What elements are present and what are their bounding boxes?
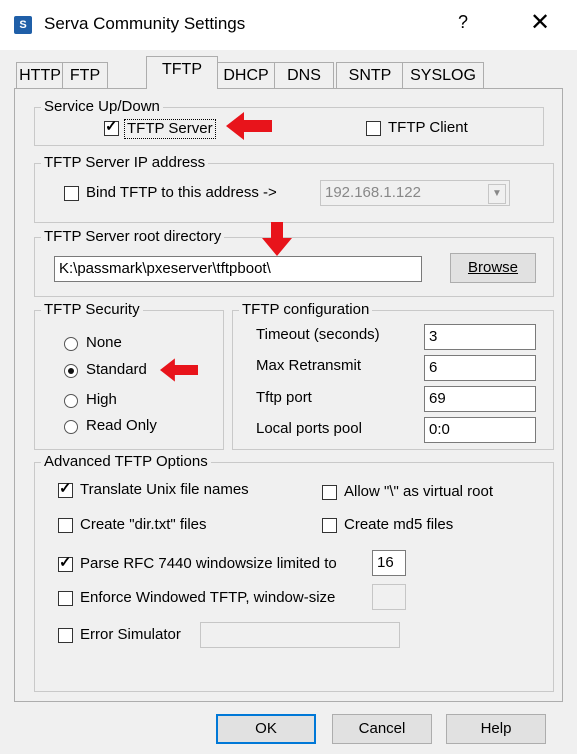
annotation-arrow-left-icon	[160, 358, 198, 382]
create-dir-txt-label: Create "dir.txt" files	[80, 516, 207, 533]
ip-address-group-title: TFTP Server IP address	[41, 154, 209, 172]
allow-backslash-label: Allow "\" as virtual root	[344, 483, 494, 500]
parse-rfc-label: Parse RFC 7440 windowsize limited to	[80, 555, 337, 572]
parse-rfc-checkbox[interactable]: ✓	[58, 554, 73, 572]
tab-ftp[interactable]: FTP	[62, 62, 108, 89]
security-none-radio[interactable]	[64, 337, 78, 351]
check-mark-icon: ✓	[105, 118, 118, 135]
tftp-server-label: TFTP Server	[124, 119, 216, 139]
create-md5-label: Create md5 files	[344, 516, 454, 533]
close-icon[interactable]: ✕	[530, 8, 550, 37]
configuration-group-title: TFTP configuration	[239, 301, 373, 319]
max-retransmit-input[interactable]: 6	[424, 355, 536, 381]
security-standard-radio[interactable]	[64, 364, 78, 378]
security-standard-label: Standard	[86, 361, 147, 378]
advanced-options-group-title: Advanced TFTP Options	[41, 453, 211, 471]
tab-tftp[interactable]: TFTP	[146, 56, 218, 89]
translate-unix-checkbox[interactable]: ✓	[58, 480, 73, 498]
windowsize-limit-input[interactable]: 16	[372, 550, 406, 576]
allow-backslash-checkbox[interactable]	[322, 485, 337, 500]
annotation-arrow-down-icon	[262, 222, 292, 256]
translate-unix-label: Translate Unix file names	[80, 481, 249, 498]
help-question-icon[interactable]: ?	[458, 12, 468, 33]
timeout-label: Timeout (seconds)	[256, 326, 380, 343]
security-none-label: None	[86, 334, 122, 351]
window-size-input[interactable]	[372, 584, 406, 610]
title-bar: S Serva Community Settings ? ✕	[0, 0, 577, 50]
bind-address-checkbox[interactable]	[64, 186, 79, 201]
create-md5-checkbox[interactable]	[322, 518, 337, 533]
root-directory-group-title: TFTP Server root directory	[41, 228, 225, 246]
browse-button[interactable]: Browse	[450, 253, 536, 283]
bind-address-label: Bind TFTP to this address ->	[86, 184, 277, 201]
error-simulator-label: Error Simulator	[80, 626, 181, 643]
check-mark-icon: ✓	[59, 480, 72, 497]
enforce-windowed-label: Enforce Windowed TFTP, window-size	[80, 589, 336, 606]
check-mark-icon: ✓	[59, 554, 72, 571]
enforce-windowed-checkbox[interactable]	[58, 591, 73, 606]
tftp-client-checkbox[interactable]	[366, 121, 381, 136]
timeout-input[interactable]: 3	[424, 324, 536, 350]
tftp-port-label: Tftp port	[256, 389, 312, 406]
tab-dhcp[interactable]: DHCP	[216, 62, 276, 89]
window-title: Serva Community Settings	[44, 14, 246, 33]
cancel-button[interactable]: Cancel	[332, 714, 432, 744]
tftp-server-checkbox[interactable]: ✓	[104, 118, 119, 136]
security-readonly-label: Read Only	[86, 417, 157, 434]
error-simulator-checkbox[interactable]	[58, 628, 73, 643]
max-retransmit-label: Max Retransmit	[256, 357, 362, 374]
security-readonly-radio[interactable]	[64, 420, 78, 434]
tab-syslog[interactable]: SYSLOG	[402, 62, 484, 89]
root-directory-input[interactable]: K:\passmark\pxeserver\tftpboot\	[54, 256, 422, 282]
tftp-client-label: TFTP Client	[388, 119, 468, 136]
security-group-title: TFTP Security	[41, 301, 143, 319]
security-high-label: High	[86, 391, 117, 408]
annotation-arrow-left-icon	[226, 112, 272, 140]
local-ports-pool-input[interactable]: 0:0	[424, 417, 536, 443]
chevron-down-icon[interactable]: ▼	[488, 184, 506, 204]
tftp-port-input[interactable]: 69	[424, 386, 536, 412]
create-dir-txt-checkbox[interactable]	[58, 518, 73, 533]
ok-button[interactable]: OK	[216, 714, 316, 744]
error-simulator-input[interactable]	[200, 622, 400, 648]
ip-address-select[interactable]: 192.168.1.122 ▼	[320, 180, 510, 206]
tab-sntp[interactable]: SNTP	[336, 62, 404, 89]
service-group-title: Service Up/Down	[41, 98, 163, 116]
serva-app-icon: S	[14, 16, 32, 34]
tab-http[interactable]: HTTP	[16, 62, 64, 89]
ip-address-value: 192.168.1.122	[325, 184, 421, 201]
tab-dns[interactable]: DNS	[274, 62, 334, 89]
security-high-radio[interactable]	[64, 394, 78, 408]
help-button[interactable]: Help	[446, 714, 546, 744]
local-ports-pool-label: Local ports pool	[256, 420, 362, 437]
